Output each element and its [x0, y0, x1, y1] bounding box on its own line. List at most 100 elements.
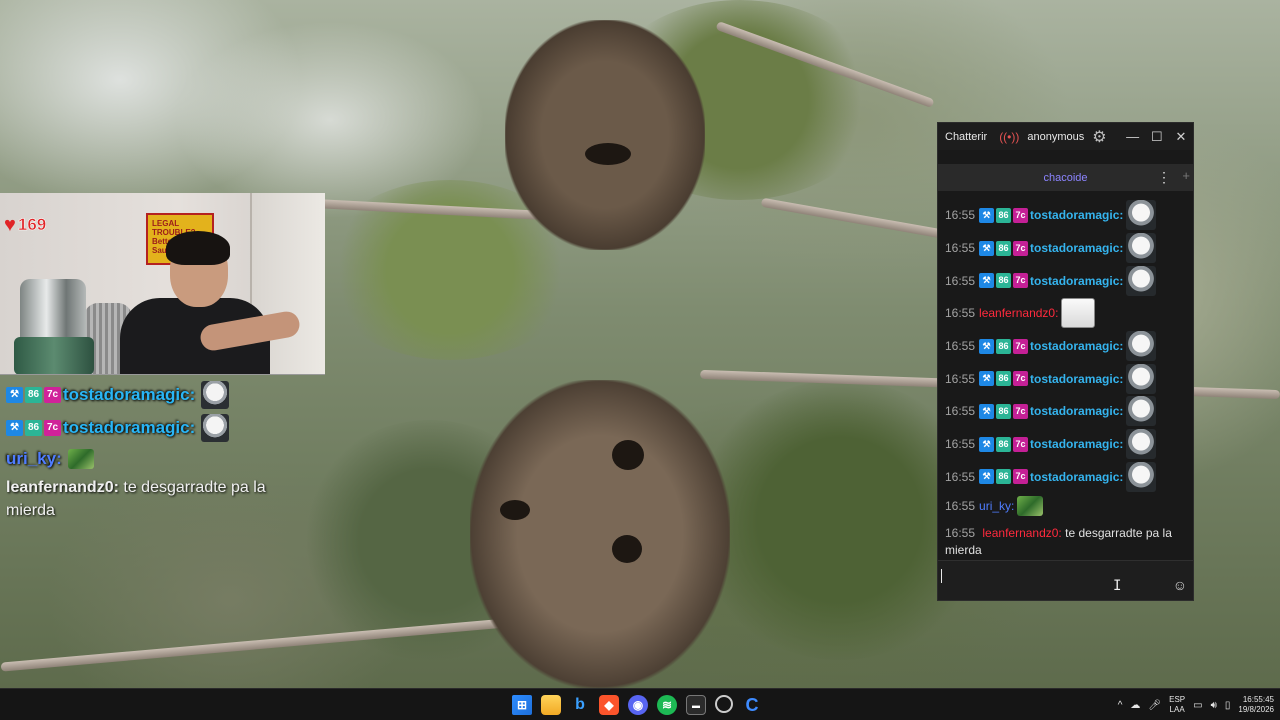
nest-hole: [612, 440, 644, 470]
volume-icon[interactable]: 🔊︎: [1211, 700, 1217, 711]
leaf-emote-icon[interactable]: [1017, 496, 1044, 517]
tree-branch: [760, 197, 960, 242]
resource-monitor-icon[interactable]: [715, 695, 733, 713]
chat-message[interactable]: 16:55 ⚒ 86 7c tostadoramagic:: [945, 362, 1187, 395]
message-username[interactable]: tostadoramagic:: [1030, 274, 1123, 288]
battery-icon[interactable]: ▯: [1225, 700, 1231, 711]
brave-browser-icon[interactable]: ◆: [599, 695, 619, 715]
tool-badge-icon[interactable]: ⚒: [979, 207, 995, 223]
overlay-username: leanfernandz0:: [6, 479, 119, 496]
message-timestamp: 16:55: [945, 273, 976, 288]
tool-badge-icon[interactable]: ⚒: [979, 240, 995, 256]
chat-message[interactable]: 16:55 leanfernandz0:: [945, 297, 1187, 330]
spotify-icon[interactable]: ≋: [657, 695, 677, 715]
network-icon[interactable]: ▭: [1193, 700, 1202, 711]
message-username[interactable]: tostadoramagic:: [1030, 241, 1123, 255]
message-username[interactable]: tostadoramagic:: [1030, 339, 1123, 353]
bing-icon[interactable]: b: [570, 695, 590, 715]
pink-badge-icon[interactable]: 7c: [1013, 338, 1029, 354]
heart-count: 169: [17, 215, 47, 235]
gear-icon[interactable]: ⚙: [1092, 127, 1106, 147]
app-title: Chatterir: [945, 130, 988, 143]
chat-input[interactable]: ☺: [938, 560, 1193, 600]
tool-badge-icon[interactable]: ⚒: [979, 338, 995, 354]
sub-badge-icon[interactable]: 86: [996, 403, 1012, 419]
language-code: ESP: [1169, 695, 1186, 704]
nest-hole: [500, 500, 530, 520]
emote-picker-icon[interactable]: ☺: [1173, 577, 1187, 593]
pink-badge-icon[interactable]: 7c: [1013, 436, 1029, 452]
chat-message[interactable]: 16:55 ⚒ 86 7c tostadoramagic:: [945, 199, 1187, 232]
stream-chat-overlay: ⚒ 86 7c tostadoramagic: ⚒ 86 7c tostador…: [6, 378, 306, 522]
cloud-sync-icon[interactable]: ☁: [1130, 700, 1140, 711]
add-split-icon[interactable]: +: [1182, 168, 1190, 183]
nest-hole: [612, 535, 642, 563]
face-emote-icon[interactable]: [1126, 461, 1157, 492]
message-username[interactable]: tostadoramagic:: [1030, 437, 1123, 451]
chat-message[interactable]: 16:55 ⚒ 86 7c tostadoramagic:: [945, 330, 1187, 363]
chat-message[interactable]: 16:55 ⚒ 86 7c tostadoramagic:: [945, 264, 1187, 297]
tool-badge-icon[interactable]: ⚒: [979, 273, 995, 289]
discord-icon[interactable]: ◉: [628, 695, 648, 715]
tray-chevron-icon[interactable]: ^: [1118, 700, 1123, 711]
clock[interactable]: 16:55:45 19/8/2026: [1238, 695, 1274, 715]
message-list[interactable]: 16:55 ⚒ 86 7c tostadoramagic: 16:55 ⚒ 86 7c …: [938, 191, 1193, 559]
live-status-icon[interactable]: ((•)): [999, 130, 1019, 144]
taskbar-apps: ⊞ b ◆ ◉ ≋ ▬ C: [512, 693, 762, 717]
pink-badge-icon[interactable]: 7c: [1013, 273, 1029, 289]
language-indicator[interactable]: ESP LAA: [1169, 695, 1185, 715]
face-emote-icon: [201, 380, 230, 409]
message-username[interactable]: leanfernandz0:: [979, 306, 1058, 320]
window-titlebar[interactable]: Chatterir ((•)) anonymous ⚙ — ☐ ✕: [938, 123, 1193, 150]
tool-badge-icon[interactable]: ⚒: [979, 371, 995, 387]
guy-emote-icon[interactable]: [1061, 298, 1096, 329]
file-explorer-icon[interactable]: [541, 695, 561, 715]
sub-badge-icon[interactable]: 86: [996, 469, 1012, 485]
face-emote-icon[interactable]: [1126, 331, 1157, 362]
sub-badge-icon[interactable]: 86: [996, 273, 1012, 289]
chat-message[interactable]: 16:55 ⚒ 86 7c tostadoramagic:: [945, 232, 1187, 265]
chat-message[interactable]: 16:55 uri_ky:: [945, 493, 1187, 519]
sub-badge-icon[interactable]: 86: [996, 371, 1012, 387]
message-username[interactable]: leanfernandz0:: [982, 526, 1061, 540]
message-username[interactable]: tostadoramagic:: [1030, 470, 1123, 484]
message-username[interactable]: tostadoramagic:: [1030, 404, 1123, 418]
system-tray: ^ ☁ 🎤︎ ESP LAA ▭ 🔊︎ ▯ 16:55:45 19/8/2026: [1118, 689, 1274, 720]
chat-message[interactable]: 16:55 leanfernandz0: te desgarradte pa l…: [945, 519, 1187, 559]
chat-message[interactable]: 16:55 ⚒ 86 7c tostadoramagic:: [945, 428, 1187, 461]
chatterino-taskbar-icon[interactable]: C: [742, 695, 762, 715]
chat-message[interactable]: 16:55 ⚒ 86 7c tostadoramagic:: [945, 461, 1187, 494]
tool-badge-icon[interactable]: ⚒: [979, 469, 995, 485]
minimize-button[interactable]: —: [1121, 129, 1145, 144]
face-emote-icon[interactable]: [1126, 233, 1157, 264]
sub-badge-icon[interactable]: 86: [996, 240, 1012, 256]
recording-app-icon[interactable]: ▬: [686, 695, 706, 715]
pink-badge-icon[interactable]: 7c: [1013, 240, 1029, 256]
face-emote-icon[interactable]: [1126, 265, 1157, 296]
face-emote-icon[interactable]: [1126, 396, 1157, 427]
pink-badge-icon[interactable]: 7c: [1013, 207, 1029, 223]
pink-badge-icon[interactable]: 7c: [1013, 403, 1029, 419]
face-emote-icon[interactable]: [1126, 429, 1157, 460]
maximize-button[interactable]: ☐: [1145, 129, 1169, 145]
message-username[interactable]: tostadoramagic:: [1030, 372, 1123, 386]
chat-message[interactable]: 16:55 ⚒ 86 7c tostadoramagic:: [945, 395, 1187, 428]
message-username[interactable]: tostadoramagic:: [1030, 208, 1123, 222]
face-emote-icon[interactable]: [1126, 363, 1157, 394]
close-button[interactable]: ✕: [1169, 129, 1193, 145]
sub-badge-icon[interactable]: 86: [996, 207, 1012, 223]
pink-badge-icon[interactable]: 7c: [1013, 371, 1029, 387]
start-icon[interactable]: ⊞: [512, 695, 532, 715]
tool-badge-icon[interactable]: ⚒: [979, 436, 995, 452]
sub-badge-icon[interactable]: 86: [996, 338, 1012, 354]
split-menu-icon[interactable]: ⋮: [1157, 169, 1171, 186]
microphone-icon[interactable]: 🎤︎: [1148, 700, 1161, 711]
pink-badge-icon[interactable]: 7c: [1013, 469, 1029, 485]
chatterino-window[interactable]: Chatterir ((•)) anonymous ⚙ — ☐ ✕ chacoi…: [937, 122, 1194, 601]
sub-badge-icon[interactable]: 86: [996, 436, 1012, 452]
account-switcher[interactable]: anonymous: [1027, 131, 1084, 143]
tab-chacoide[interactable]: chacoide: [1043, 172, 1087, 184]
face-emote-icon[interactable]: [1126, 200, 1157, 231]
message-username[interactable]: uri_ky:: [979, 499, 1014, 513]
tool-badge-icon[interactable]: ⚒: [979, 403, 995, 419]
